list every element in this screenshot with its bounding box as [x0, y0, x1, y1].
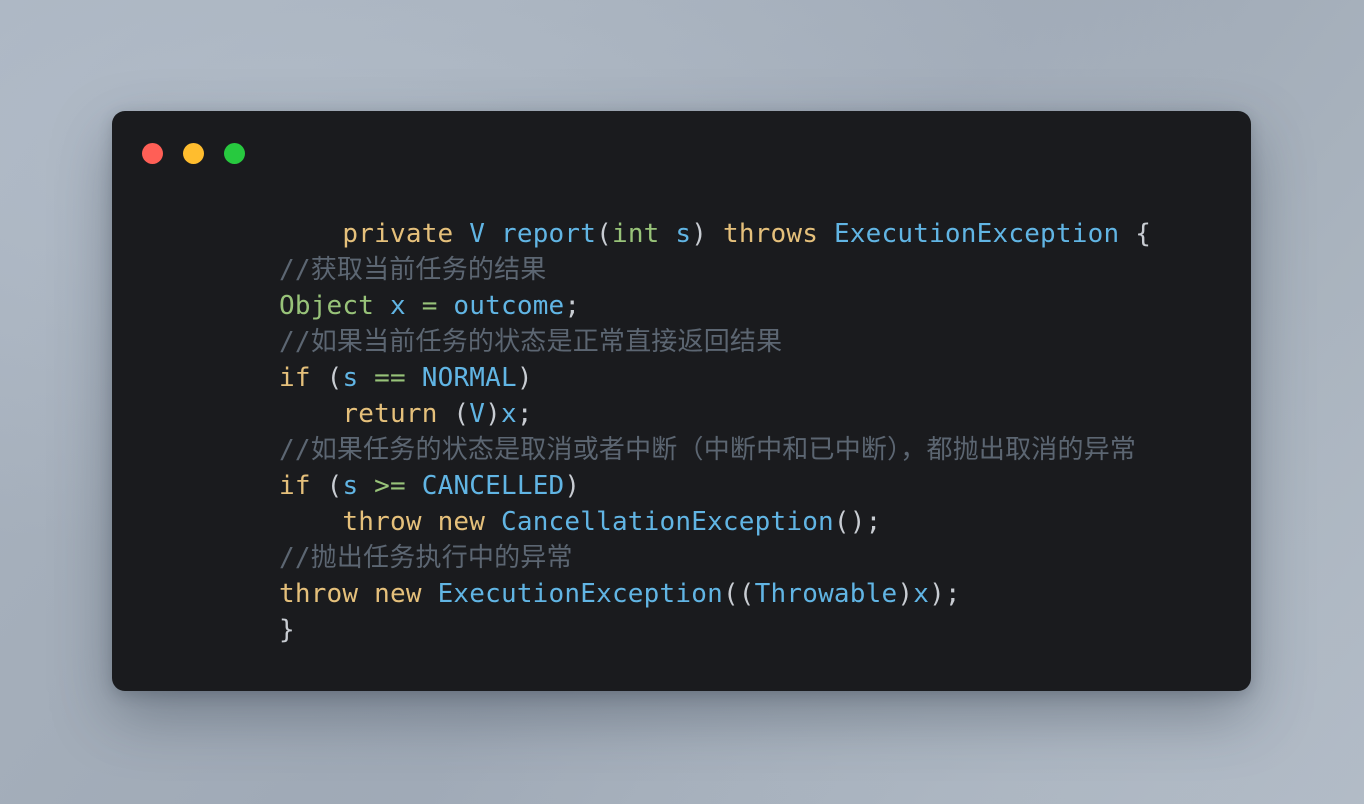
code-token-class: ExecutionException: [833, 219, 1120, 249]
code-token-punctuation: (: [833, 507, 850, 537]
code-token-type: Object: [279, 291, 375, 321]
code-token-identifier: x: [389, 291, 406, 321]
code-token-identifier: x: [913, 579, 930, 609]
code-token-class: Throwable: [754, 579, 898, 609]
code-token-punctuation: {: [1135, 219, 1152, 249]
window-minimize-button[interactable]: [183, 143, 204, 164]
code-token-punctuation: ): [485, 399, 501, 429]
code-editor-content: private V report(int s) throws Execution…: [112, 216, 1251, 648]
code-token-punctuation: ): [929, 579, 945, 609]
window-close-button[interactable]: [142, 143, 163, 164]
code-line: if (s == NORMAL): [112, 360, 1251, 396]
code-token-identifier: s: [342, 363, 359, 393]
code-line: //抛出任务执行中的异常: [112, 540, 1251, 576]
code-token-punctuation: ;: [564, 291, 581, 321]
code-line: if (s >= CANCELLED): [112, 468, 1251, 504]
code-token-class: CANCELLED: [421, 471, 565, 501]
code-token-keyword: if: [279, 363, 311, 393]
code-token-identifier: outcome: [453, 291, 565, 321]
code-token-punctuation: ;: [944, 579, 961, 609]
code-token-punctuation: (: [326, 471, 343, 501]
code-token-keyword: throws: [722, 219, 819, 249]
code-token-type: int: [611, 219, 660, 249]
code-token-operator: =: [421, 291, 438, 321]
code-token-comment: //如果任务的状态是取消或者中断（中断中和已中断），都抛出取消的异常: [279, 435, 1137, 465]
code-token-identifier: V: [469, 219, 486, 249]
code-token-punctuation: ): [691, 219, 708, 249]
code-token-keyword: new: [374, 579, 422, 609]
code-token-keyword: if: [279, 471, 311, 501]
code-token-keyword: return: [342, 399, 438, 429]
code-token-punctuation: ): [564, 471, 581, 501]
code-line: return (V)x;: [112, 396, 1251, 432]
code-token-keyword: private: [342, 219, 454, 249]
code-token-punctuation: (: [326, 363, 343, 393]
code-token-operator: ==: [374, 363, 406, 393]
code-token-identifier: x: [500, 399, 517, 429]
code-token-operator: >=: [374, 471, 406, 501]
window-controls: [142, 143, 245, 164]
code-token-punctuation: (: [453, 399, 470, 429]
code-token-class: CancellationException: [500, 507, 834, 537]
code-line: throw new CancellationException();: [112, 504, 1251, 540]
code-token-punctuation: (: [738, 579, 755, 609]
code-token-identifier: V: [469, 399, 486, 429]
code-line: //如果任务的状态是取消或者中断（中断中和已中断），都抛出取消的异常: [112, 432, 1251, 468]
code-token-keyword: throw: [279, 579, 359, 609]
code-token-class: NORMAL: [421, 363, 517, 393]
code-token-comment: //抛出任务执行中的异常: [279, 543, 573, 573]
code-token-punctuation: ): [849, 507, 866, 537]
code-token-keyword: throw: [342, 507, 422, 537]
code-token-comment: //获取当前任务的结果: [279, 255, 547, 285]
code-line: private V report(int s) throws Execution…: [112, 216, 1251, 252]
code-token-keyword: new: [437, 507, 486, 537]
code-token-comment: //如果当前任务的状态是正常直接返回结果: [279, 327, 783, 357]
code-token-punctuation: ;: [516, 399, 533, 429]
code-line: //如果当前任务的状态是正常直接返回结果: [112, 324, 1251, 360]
code-token-class: ExecutionException: [437, 579, 723, 609]
code-line: //获取当前任务的结果: [112, 252, 1251, 288]
code-token-punctuation: (: [596, 219, 612, 249]
window-maximize-button[interactable]: [224, 143, 245, 164]
code-token-identifier: report: [500, 219, 597, 249]
code-token-punctuation: ;: [865, 507, 882, 537]
code-token-punctuation: (: [722, 579, 739, 609]
code-snippet-window: private V report(int s) throws Execution…: [112, 111, 1251, 691]
code-line: Object x = outcome;: [112, 288, 1251, 324]
code-line: throw new ExecutionException((Throwable)…: [112, 576, 1251, 612]
code-token-punctuation: ): [516, 363, 533, 393]
code-line: }: [112, 612, 1251, 648]
code-token-identifier: s: [675, 219, 692, 249]
code-token-identifier: s: [342, 471, 359, 501]
code-token-punctuation: }: [279, 615, 295, 645]
code-token-punctuation: ): [897, 579, 914, 609]
